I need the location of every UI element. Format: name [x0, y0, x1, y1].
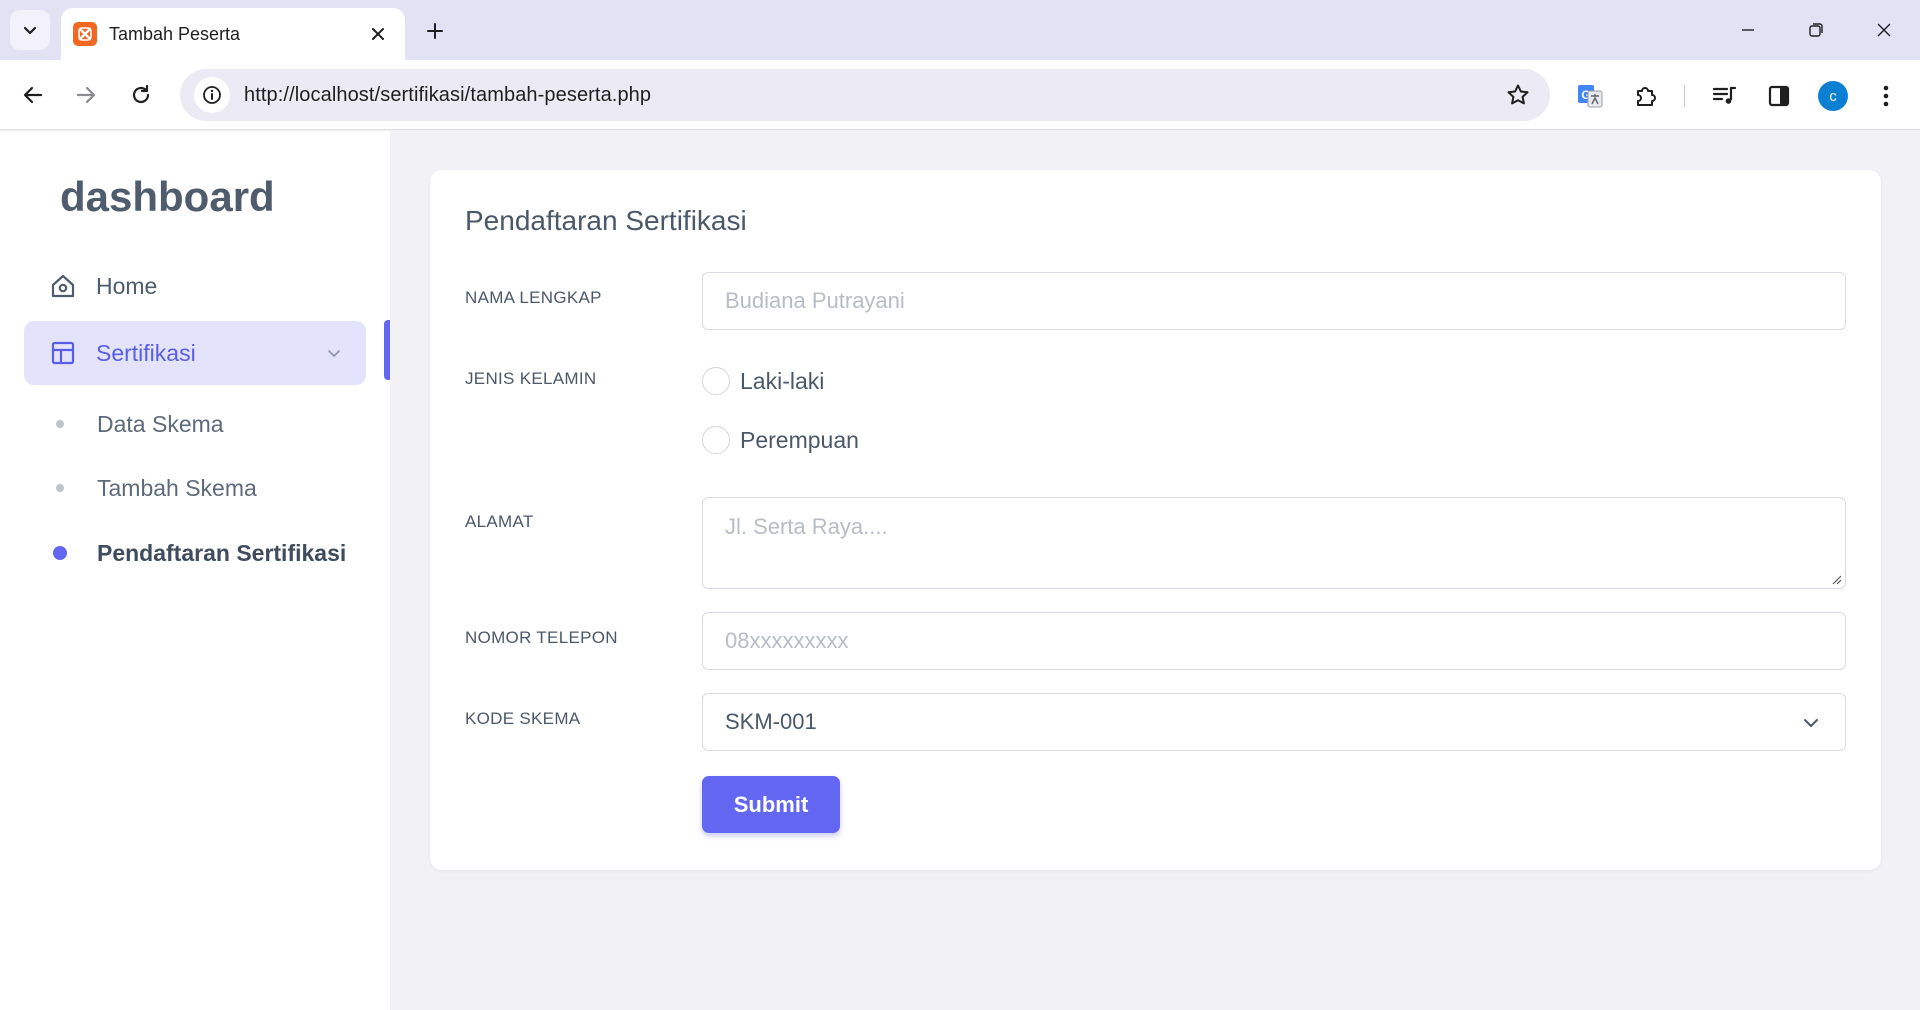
radio-label: Perempuan — [740, 426, 859, 453]
sidebar-subitem-label: Pendaftaran Sertifikasi — [97, 539, 347, 566]
radio-button[interactable] — [702, 367, 730, 395]
side-panel-button[interactable] — [1757, 74, 1801, 118]
bullet-icon — [56, 420, 64, 428]
back-button[interactable] — [12, 74, 54, 116]
sidebar-item-label: Sertifikasi — [96, 339, 196, 366]
restore-button[interactable] — [1788, 10, 1844, 50]
page-title: Pendaftaran Sertifikasi — [465, 205, 747, 236]
telepon-label: NOMOR TELEPON — [465, 628, 618, 647]
alamat-textarea[interactable]: Jl. Serta Raya.... — [702, 497, 1846, 589]
kode-skema-value: SKM-001 — [725, 709, 817, 734]
xampp-favicon-icon — [73, 22, 97, 46]
window-close-button[interactable] — [1856, 10, 1912, 50]
registration-card: Pendaftaran Sertifikasi NAMA LENGKAP Bud… — [430, 170, 1881, 870]
radio-perempuan[interactable]: Perempuan — [702, 426, 859, 454]
nama-input[interactable]: Budiana Putrayani — [702, 272, 1846, 330]
more-vertical-icon — [1883, 85, 1889, 107]
tab-title: Tambah Peserta — [109, 23, 241, 44]
info-icon — [203, 86, 221, 104]
brand-logo[interactable]: dashboard — [60, 173, 275, 221]
browser-tab[interactable]: Tambah Peserta — [61, 8, 405, 60]
bookmark-button[interactable] — [1496, 73, 1540, 117]
avatar: c — [1818, 81, 1848, 111]
browser-tab-bar: Tambah Peserta — [0, 0, 1920, 60]
nama-label: NAMA LENGKAP — [465, 288, 602, 307]
arrow-left-icon — [23, 86, 43, 104]
nama-placeholder: Budiana Putrayani — [725, 288, 905, 313]
plus-icon — [427, 23, 443, 39]
bullet-icon — [53, 546, 67, 560]
address-bar[interactable]: http://localhost/sertifikasi/tambah-pese… — [180, 69, 1550, 121]
arrow-right-icon — [76, 86, 96, 104]
telepon-input[interactable]: 08xxxxxxxxx — [702, 612, 1846, 670]
resize-handle-icon[interactable] — [1830, 573, 1842, 585]
home-icon — [48, 271, 78, 301]
close-icon — [1877, 23, 1891, 37]
bullet-icon — [56, 484, 64, 492]
sidebar-subitem-label: Tambah Skema — [97, 474, 257, 501]
browser-toolbar: http://localhost/sertifikasi/tambah-pese… — [0, 60, 1920, 130]
layout-icon — [48, 338, 78, 368]
close-icon — [372, 28, 384, 40]
chevron-down-icon — [322, 341, 346, 365]
sidebar-subitem-data-skema[interactable]: Data Skema — [56, 404, 224, 444]
reload-button[interactable] — [120, 74, 162, 116]
minimize-button[interactable] — [1720, 10, 1776, 50]
submit-button[interactable]: Submit — [702, 776, 840, 833]
browser-menu-button[interactable] — [1864, 74, 1908, 118]
site-info-button[interactable] — [194, 77, 230, 113]
star-icon — [1507, 84, 1529, 105]
queue-music-icon — [1712, 86, 1737, 104]
minimize-icon — [1742, 29, 1754, 31]
sidebar-subitem-label: Data Skema — [97, 410, 224, 437]
active-indicator — [384, 320, 390, 380]
url-text[interactable]: http://localhost/sertifikasi/tambah-pese… — [244, 84, 1496, 107]
sidebar-subitem-pendaftaran[interactable]: Pendaftaran Sertifikasi — [53, 533, 347, 573]
radio-label: Laki-laki — [740, 367, 825, 394]
profile-button[interactable]: c — [1811, 74, 1855, 118]
alamat-label: ALAMAT — [465, 512, 534, 531]
tab-search-button[interactable] — [10, 10, 50, 50]
chevron-down-icon — [1799, 711, 1823, 735]
media-controls-button[interactable] — [1702, 74, 1746, 118]
kode-skema-select[interactable]: SKM-001 — [702, 693, 1846, 751]
forward-button[interactable] — [65, 74, 107, 116]
google-translate-button[interactable]: G — [1568, 74, 1612, 118]
sidebar-item-home[interactable]: Home — [24, 254, 366, 318]
side-panel-icon — [1768, 85, 1790, 107]
radio-laki-laki[interactable]: Laki-laki — [702, 367, 824, 395]
reload-icon — [132, 84, 150, 104]
alamat-placeholder: Jl. Serta Raya.... — [725, 514, 888, 539]
sidebar-subitem-tambah-skema[interactable]: Tambah Skema — [56, 468, 257, 508]
sidebar: dashboard Home Sertifikasi Data Skema Ta… — [0, 131, 390, 1010]
extensions-button[interactable] — [1624, 74, 1668, 118]
tab-close-button[interactable] — [365, 21, 391, 47]
sidebar-item-label: Home — [96, 272, 158, 299]
jenis-kelamin-label: JENIS KELAMIN — [465, 369, 597, 388]
puzzle-icon — [1637, 87, 1656, 106]
restore-icon — [1809, 23, 1823, 37]
toolbar-separator — [1684, 85, 1685, 107]
chevron-down-icon — [23, 26, 37, 35]
telepon-placeholder: 08xxxxxxxxx — [725, 628, 849, 653]
sidebar-item-sertifikasi[interactable]: Sertifikasi — [24, 321, 366, 385]
new-tab-button[interactable] — [418, 14, 452, 48]
radio-button[interactable] — [702, 426, 730, 454]
translate-icon: G — [1578, 85, 1603, 108]
kode-skema-label: KODE SKEMA — [465, 709, 581, 728]
